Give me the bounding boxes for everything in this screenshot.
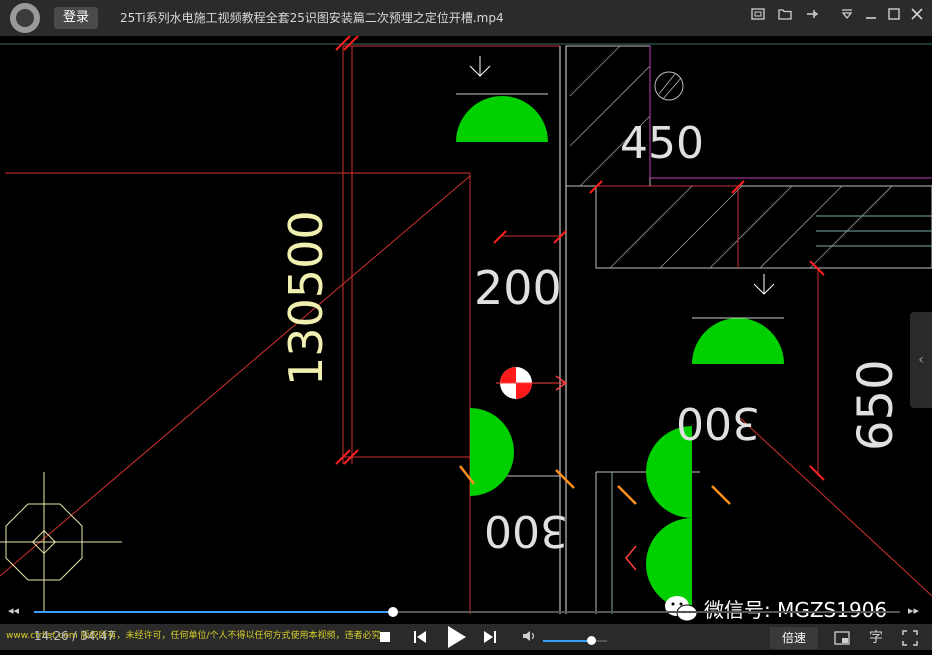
subtitle-button[interactable]: 字 xyxy=(862,627,890,649)
menu-icon[interactable] xyxy=(836,6,858,28)
time-current: 14:26 xyxy=(34,629,69,643)
title-bar: 登录 25Ti系列水电施工视频教程全套25识图安装篇二次预埋之定位开槽.mp4 xyxy=(0,0,932,36)
close-icon[interactable] xyxy=(906,6,928,28)
cad-drawing-frame: 450 200 130500 650 300 300 xyxy=(0,36,932,614)
fast-forward-icon[interactable]: ▸▸ xyxy=(908,604,919,617)
dim-200: 200 xyxy=(474,261,562,315)
time-display: 14:26 / 34:47 xyxy=(34,629,115,643)
login-button[interactable]: 登录 xyxy=(54,7,98,29)
rewind-icon[interactable]: ◂◂ xyxy=(8,604,19,617)
window-title: 25Ti系列水电施工视频教程全套25识图安装篇二次预埋之定位开槽.mp4 xyxy=(120,11,504,25)
volume-icon[interactable] xyxy=(522,629,536,646)
minimize-icon[interactable] xyxy=(860,6,882,28)
fullscreen-icon[interactable] xyxy=(896,627,924,649)
dim-300-lower: 300 xyxy=(484,505,568,556)
video-viewport[interactable]: 450 200 130500 650 300 300 ‹ xyxy=(0,36,932,614)
pin-icon[interactable] xyxy=(801,6,823,28)
seek-progress xyxy=(34,611,394,613)
side-panel-toggle[interactable]: ‹ xyxy=(910,312,932,408)
app-logo[interactable] xyxy=(10,3,40,33)
previous-button[interactable] xyxy=(412,626,428,648)
volume-handle[interactable] xyxy=(587,636,596,645)
time-total: 34:47 xyxy=(80,629,115,643)
play-icon xyxy=(448,626,466,648)
picture-in-picture-icon[interactable] xyxy=(828,627,856,649)
playback-speed-button[interactable]: 倍速 xyxy=(770,627,818,649)
chevron-left-icon: ‹ xyxy=(918,352,924,368)
time-separator: / xyxy=(68,629,81,643)
seek-handle[interactable] xyxy=(388,607,399,617)
skip-previous-icon xyxy=(414,631,426,643)
maximize-icon[interactable] xyxy=(883,6,905,28)
dim-650: 650 xyxy=(848,359,904,451)
seek-bar[interactable]: ◂◂ ▸▸ xyxy=(0,600,932,624)
stop-button[interactable] xyxy=(378,626,392,648)
screenshot-icon[interactable] xyxy=(747,6,769,28)
dim-300-upper: 300 xyxy=(676,397,760,448)
next-button[interactable] xyxy=(482,626,498,648)
play-button[interactable] xyxy=(442,626,470,648)
skip-next-icon xyxy=(484,631,496,643)
volume-level xyxy=(543,640,591,642)
stop-icon xyxy=(380,632,390,642)
dim-450: 450 xyxy=(620,118,704,169)
dim-130500: 130500 xyxy=(279,210,333,386)
folder-icon[interactable] xyxy=(774,6,796,28)
